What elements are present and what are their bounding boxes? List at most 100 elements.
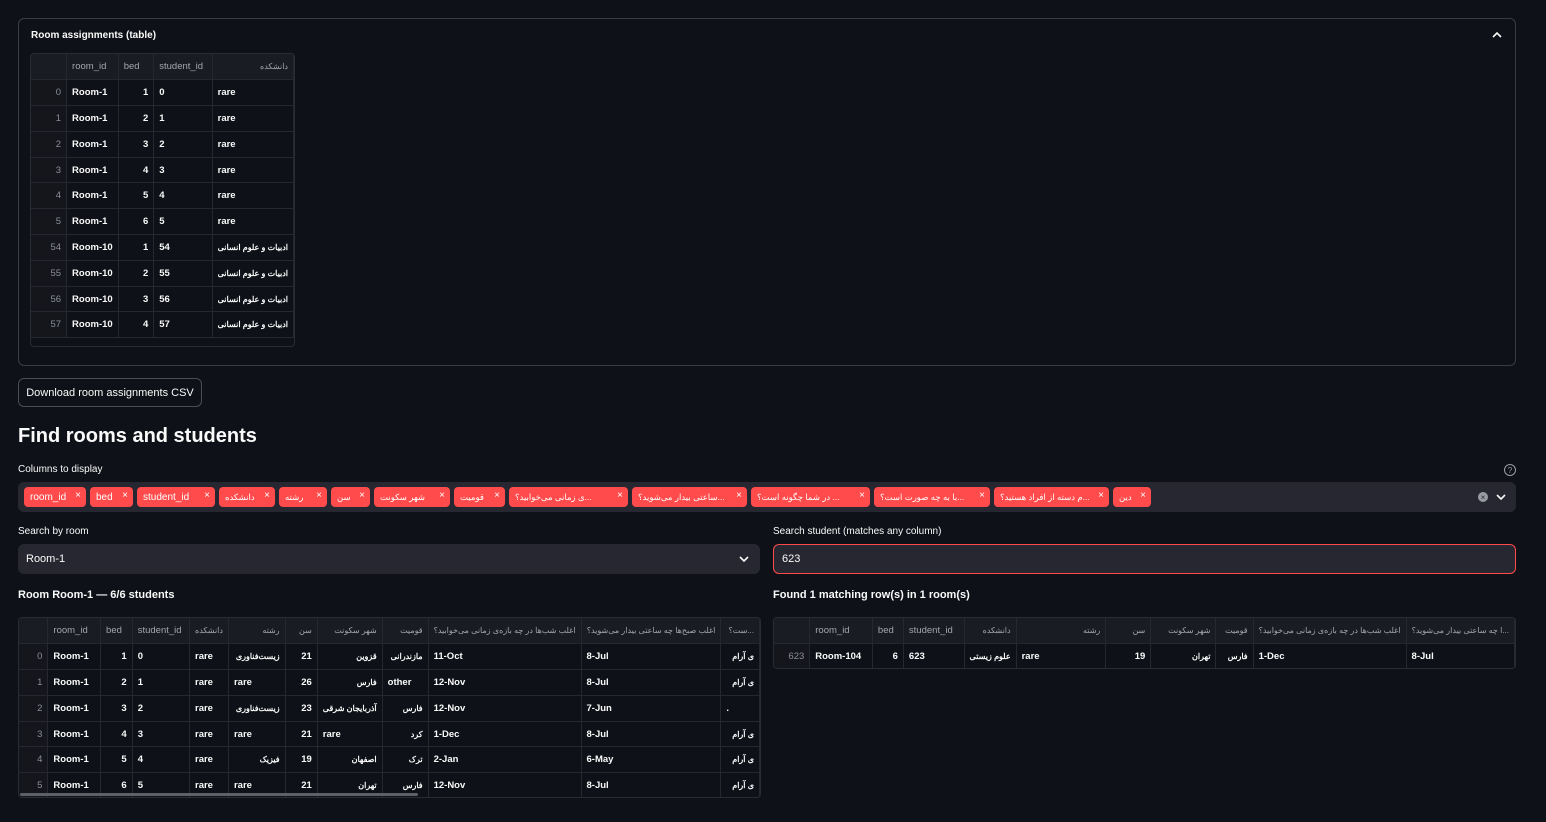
close-icon[interactable]: × — [264, 490, 270, 501]
column-header[interactable]: دانشکده — [964, 618, 1017, 645]
column-header[interactable]: سن — [1105, 618, 1152, 645]
table-cell: 2 — [132, 695, 191, 722]
room-result-title: Room Room-1 — 6/6 students — [18, 589, 175, 601]
horizontal-scrollbar[interactable] — [20, 793, 418, 796]
table-cell: فارس — [1215, 643, 1254, 668]
column-chip[interactable]: شهر سکونت × — [374, 487, 450, 507]
search-student-input[interactable] — [773, 544, 1516, 574]
column-chip[interactable]: ...ی زمانی می‌خوابید؟ × — [509, 487, 628, 507]
column-header[interactable]: قومیت — [1215, 618, 1254, 645]
close-icon[interactable]: × — [75, 490, 81, 501]
column-header[interactable]: bed — [100, 618, 133, 645]
table-row[interactable]: 56 Room-10 3 56 ادبیات و علوم انسانی — [31, 286, 294, 313]
column-chip[interactable]: ...ساعتی بیدار می‌شوید؟ × — [632, 487, 747, 507]
column-chip[interactable]: قومیت × — [454, 487, 505, 507]
close-icon[interactable]: × — [122, 490, 128, 501]
table-row[interactable]: 0 Room-1 1 0 rare زیست‌فناوری 21 قزوین مازندرانی… — [19, 643, 760, 671]
column-chip[interactable]: bed × — [90, 487, 133, 507]
table-row[interactable]: 623 Room-104 6 623 علوم زیستی rare 19 تهران فارس… — [774, 643, 1515, 668]
column-header[interactable]: رشته — [228, 618, 286, 645]
table-row[interactable]: 54 Room-10 1 54 ادبیات و علوم انسانی — [31, 234, 294, 261]
column-header[interactable] — [31, 54, 68, 81]
table-cell: 8-Jul — [1406, 643, 1515, 668]
table-cell: 5 — [153, 208, 213, 236]
table-row[interactable]: 2 Room-1 3 2 rare زیست‌فناوری 23 آذربایجان شرقی… — [19, 695, 760, 722]
table-row[interactable]: 4 Room-1 5 4 rare فیزیک 19 اصفهان ترک 2-Jan 6-May ی… — [19, 746, 760, 774]
room-select[interactable]: Room-1 — [18, 544, 760, 574]
close-icon[interactable]: × — [979, 490, 985, 501]
chip-label: قومیت — [460, 491, 484, 502]
table-row[interactable]: 2 Room-1 3 2 rare — [31, 131, 294, 158]
chevron-up-icon[interactable] — [1491, 29, 1503, 41]
column-header[interactable]: سن — [285, 618, 318, 645]
column-header[interactable]: ...ا چه ساعتی بیدار می‌شوید؟ — [1406, 618, 1515, 645]
column-header[interactable] — [19, 618, 49, 645]
find-heading: Find rooms and students — [18, 425, 257, 447]
table-row[interactable]: 5 Room-1 6 5 rare — [31, 208, 294, 236]
column-header[interactable]: اغلب صبح‌ها چه ساعتی بیدار می‌شوید؟ — [581, 618, 722, 645]
table-cell: ادبیات و علوم انسانی — [212, 286, 294, 313]
table-row[interactable]: 57 Room-10 4 57 ادبیات و علوم انسانی — [31, 311, 294, 339]
close-icon[interactable]: × — [359, 490, 365, 501]
columns-multiselect[interactable]: room_id × bed × student_id × دانشکده × رشته × سن × ش… — [18, 482, 1516, 512]
column-chip[interactable]: ...م دسته از افراد هستید؟ × — [994, 487, 1109, 507]
column-chip[interactable]: دین × — [1113, 487, 1151, 507]
column-header[interactable]: شهر سکونت — [1150, 618, 1217, 645]
room-result-table[interactable]: room_id bed student_id دانشکده رشته سن شهر سکو… — [18, 617, 761, 798]
room-assignments-table[interactable]: room_id bed student_id دانشکده 0 Room-1 1 0 rar… — [30, 53, 295, 347]
column-header[interactable]: دانشکده — [189, 618, 229, 645]
close-icon[interactable]: × — [204, 490, 210, 501]
close-icon[interactable]: × — [439, 490, 445, 501]
table-row[interactable]: 1 Room-1 2 1 rare rare 26 فارس other 12-Nov 8-Jul ی… — [19, 669, 760, 696]
close-icon[interactable]: × — [1098, 490, 1104, 501]
column-header[interactable]: student_id — [153, 54, 213, 81]
close-icon[interactable]: × — [736, 490, 742, 501]
close-icon[interactable]: × — [859, 490, 865, 501]
column-chip[interactable]: student_id × — [137, 487, 215, 507]
table-row[interactable]: 55 Room-10 2 55 ادبیات و علوم انسانی — [31, 260, 294, 287]
column-header[interactable] — [774, 618, 811, 645]
table-cell: Room-1 — [66, 157, 119, 184]
column-header[interactable]: ...ست؟ — [720, 618, 760, 645]
close-icon[interactable]: × — [617, 490, 623, 501]
column-header[interactable]: room_id — [66, 54, 119, 81]
column-header[interactable]: student_id — [903, 618, 965, 645]
column-chip[interactable]: room_id × — [24, 487, 86, 507]
download-csv-button[interactable]: Download room assignments CSV — [18, 378, 202, 407]
column-chip[interactable]: رشته × — [279, 487, 327, 507]
column-header[interactable]: room_id — [809, 618, 873, 645]
column-header[interactable]: دانشکده — [212, 54, 294, 81]
help-icon[interactable]: ? — [1504, 464, 1516, 476]
table-row[interactable]: 1 Room-1 2 1 rare — [31, 105, 294, 132]
table-cell: 4 — [153, 182, 213, 210]
chevron-down-icon[interactable] — [1495, 491, 1507, 503]
table-row[interactable]: 3 Room-1 4 3 rare — [31, 157, 294, 184]
column-chip[interactable]: سن × — [331, 487, 370, 507]
column-header[interactable]: student_id — [132, 618, 191, 645]
chevron-down-icon[interactable] — [738, 553, 750, 565]
column-header[interactable]: اغلب شب‌ها در چه بازه‌ی زمانی می‌خوابید؟ — [1253, 618, 1407, 645]
table-cell: 21 — [285, 643, 318, 671]
chip-label: ...م دسته از افراد هستید؟ — [1000, 491, 1090, 502]
row-index: 5 — [31, 208, 68, 236]
column-header[interactable]: room_id — [47, 618, 102, 645]
column-header[interactable]: شهر سکونت — [317, 618, 383, 645]
column-chip[interactable]: ... در شما چگونه است؟ × — [751, 487, 870, 507]
column-header[interactable]: قومیت — [382, 618, 429, 645]
table-row[interactable]: 3 Room-1 4 3 rare rare 21 rare کرد 1-Dec 8-Jul ی آر… — [19, 721, 760, 748]
column-header[interactable]: رشته — [1016, 618, 1107, 645]
column-header[interactable]: bed — [872, 618, 904, 645]
table-cell: rare — [212, 182, 294, 210]
column-chip[interactable]: دانشکده × — [219, 487, 275, 507]
column-chip[interactable]: ...با به چه صورت است؟ × — [874, 487, 990, 507]
close-icon[interactable]: × — [494, 490, 500, 501]
row-index: 4 — [19, 746, 49, 774]
close-icon[interactable]: × — [1140, 490, 1146, 501]
column-header[interactable]: bed — [118, 54, 155, 81]
student-result-table[interactable]: room_id bed student_id دانشکده رشته سن شهر سکو… — [773, 617, 1516, 669]
close-icon[interactable]: × — [316, 490, 322, 501]
column-header[interactable]: اغلب شب‌ها در چه بازه‌ی زمانی می‌خوابید؟ — [428, 618, 582, 645]
table-row[interactable]: 0 Room-1 1 0 rare — [31, 79, 294, 107]
clear-icon[interactable]: × — [1478, 492, 1488, 502]
table-row[interactable]: 4 Room-1 5 4 rare — [31, 182, 294, 210]
